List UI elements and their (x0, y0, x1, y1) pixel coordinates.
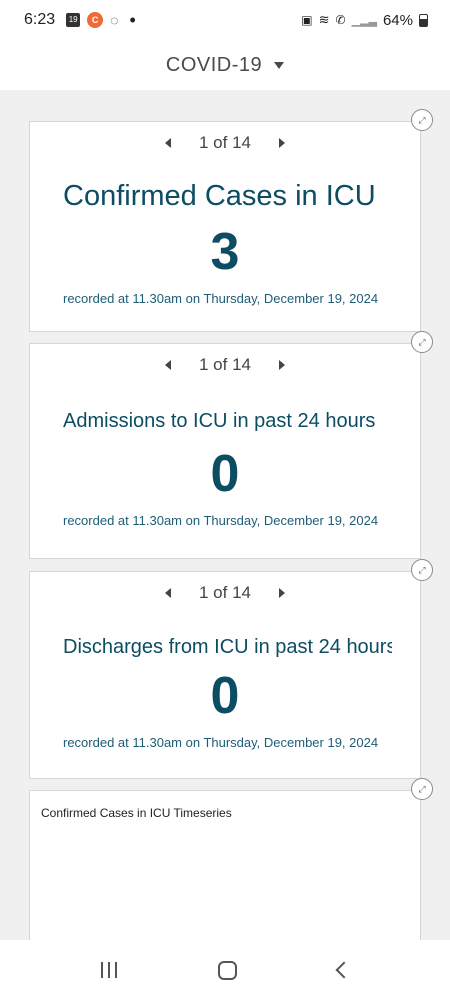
dashboard-area: ⤢ 1 of 14 Confirmed Cases in ICU 3 recor… (0, 90, 450, 940)
metric-value: 0 (210, 445, 240, 503)
status-time: 6:23 (24, 11, 56, 28)
metric-timestamp: recorded at 11.30am on Thursday, Decembe… (63, 291, 379, 306)
previous-arrow-icon[interactable] (165, 138, 171, 148)
whatsapp-icon: ◌ (110, 12, 119, 28)
expand-icon[interactable]: ⤢ (411, 559, 433, 581)
card-pager: 1 of 14 (30, 582, 420, 604)
metric-title: Admissions to ICU in past 24 hours (63, 410, 376, 432)
next-arrow-icon[interactable] (279, 138, 285, 148)
pager-text: 1 of 14 (199, 133, 251, 152)
previous-arrow-icon[interactable] (165, 588, 171, 598)
battery-percent: 64% (382, 11, 413, 29)
status-bar-right: ▣ ≋ ✆ ▁▂▃ 64% (301, 12, 428, 29)
metric-card-icu-discharges: ⤢ 1 of 14 Discharges from ICU in past 24… (29, 559, 433, 779)
timeseries-card: ⤢ Confirmed Cases in ICU Timeseries (29, 778, 433, 940)
previous-arrow-icon[interactable] (165, 360, 171, 370)
next-arrow-icon[interactable] (279, 360, 285, 370)
system-nav-bar (0, 940, 450, 1000)
timeseries-title: Confirmed Cases in ICU Timeseries (41, 806, 232, 820)
metric-title: Confirmed Cases in ICU (63, 180, 376, 212)
signal-icon: ▁▂▃ (351, 14, 377, 27)
expand-icon[interactable]: ⤢ (411, 109, 433, 131)
expand-icon[interactable]: ⤢ (411, 778, 433, 800)
card-pager: 1 of 14 (30, 132, 420, 154)
dashboard-header: COVID-19 (0, 40, 450, 90)
next-arrow-icon[interactable] (279, 588, 285, 598)
metric-timestamp: recorded at 11.30am on Thursday, Decembe… (63, 513, 379, 528)
metric-timestamp: recorded at 11.30am on Thursday, Decembe… (63, 735, 379, 750)
wifi-icon: ≋ (318, 12, 330, 27)
battery-icon (419, 13, 428, 27)
lock-icon: ▣ (301, 13, 313, 27)
home-button[interactable] (217, 960, 237, 980)
card-pager: 1 of 14 (30, 354, 420, 376)
metric-card-icu-admissions: ⤢ 1 of 14 Admissions to ICU in past 24 h… (29, 331, 433, 559)
app-notification-icon: C (87, 12, 104, 28)
metric-value: 0 (210, 667, 240, 725)
pager-text: 1 of 14 (199, 583, 251, 602)
dropdown-caret-icon[interactable] (274, 61, 285, 69)
recents-button[interactable] (100, 962, 117, 978)
metric-value: 3 (210, 223, 240, 281)
status-bar: 6:23 19 C ◌ • ▣ ≋ ✆ ▁▂▃ 64% (0, 0, 450, 40)
page-title[interactable]: COVID-19 (166, 54, 262, 77)
metric-title: Discharges from ICU in past 24 hours (63, 636, 392, 658)
more-notifications-icon: • (129, 10, 136, 30)
call-icon: ✆ (335, 13, 346, 27)
expand-icon[interactable]: ⤢ (411, 331, 433, 353)
metric-card-icu-cases: ⤢ 1 of 14 Confirmed Cases in ICU 3 recor… (29, 109, 433, 332)
back-button[interactable] (335, 961, 352, 979)
status-bar-left: 6:23 19 C ◌ • (24, 11, 136, 29)
pager-text: 1 of 14 (199, 355, 251, 374)
calendar-icon: 19 (66, 13, 81, 27)
